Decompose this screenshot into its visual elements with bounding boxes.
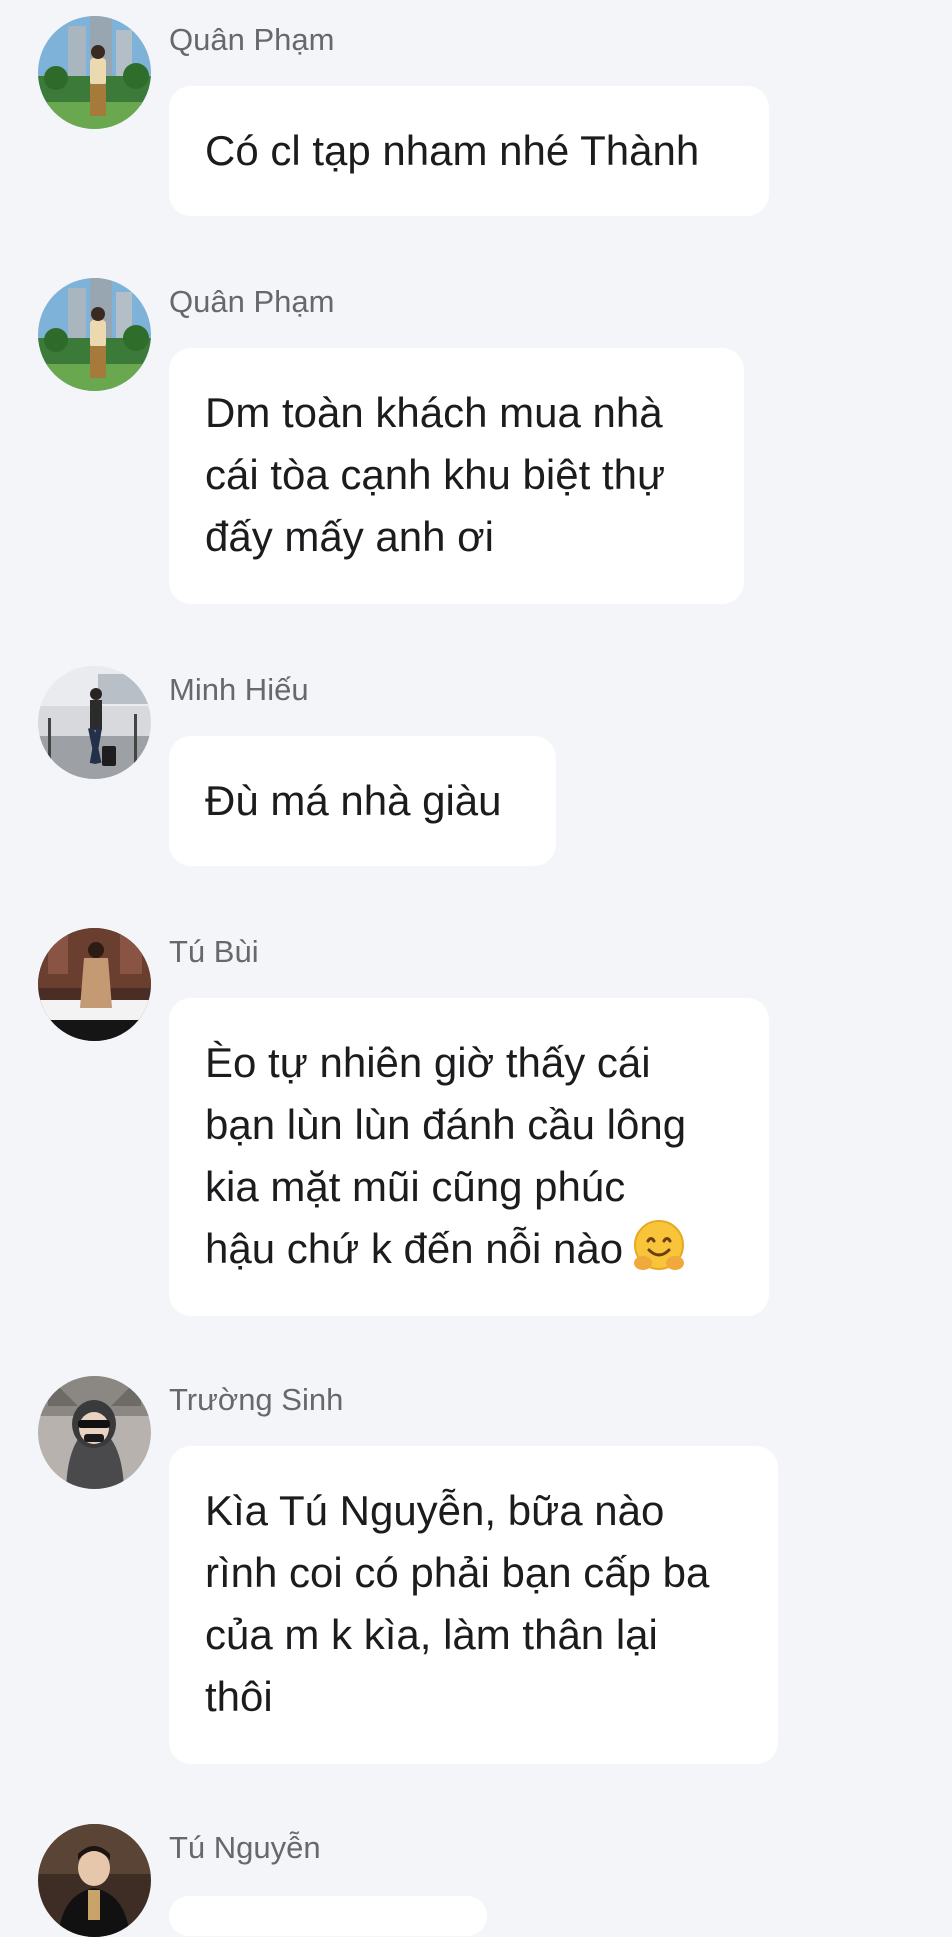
message-text: hậu chứ k đến nỗi nào <box>205 1225 624 1272</box>
message-bubble[interactable]: Dm toàn khách mua nhà cái tòa cạnh khu b… <box>169 348 744 604</box>
message-text: cái tòa cạnh khu biệt thự <box>205 451 666 498</box>
message-bubble[interactable] <box>169 1896 487 1936</box>
sender-name: Quân Phạm <box>169 22 335 57</box>
user-avatar-icon <box>38 16 151 129</box>
sender-name: Tú Nguyễn <box>169 1830 321 1865</box>
message-text: Kìa Tú Nguyễn, bữa nào <box>205 1487 665 1534</box>
avatar[interactable] <box>38 1376 151 1489</box>
sender-name: Minh Hiếu <box>169 672 309 707</box>
sender-name: Tú Bùi <box>169 934 259 969</box>
sender-name: Trường Sinh <box>169 1382 344 1417</box>
message-text: rình coi có phải bạn cấp ba <box>205 1549 710 1596</box>
avatar[interactable] <box>38 16 151 129</box>
message-text: Èo tự nhiên giờ thấy cái <box>205 1039 651 1086</box>
message-text-line: hậu chứ k đến nỗi nào <box>205 1218 733 1280</box>
message-text: của m k kìa, làm thân lại <box>205 1611 658 1658</box>
message-text: Có cl tạp nham nhé Thành <box>205 127 700 174</box>
message-bubble[interactable]: Kìa Tú Nguyễn, bữa nào rình coi có phải … <box>169 1446 778 1764</box>
user-avatar-icon <box>38 278 151 391</box>
message-bubble[interactable]: Có cl tạp nham nhé Thành <box>169 86 769 216</box>
message-text: kia mặt mũi cũng phúc <box>205 1163 626 1210</box>
message-text: Dm toàn khách mua nhà <box>205 389 663 436</box>
user-avatar-icon <box>38 928 151 1041</box>
avatar[interactable] <box>38 666 151 779</box>
message-text: thôi <box>205 1673 273 1720</box>
message-text: đấy mấy anh ơi <box>205 513 495 560</box>
sender-name: Quân Phạm <box>169 284 335 319</box>
avatar[interactable] <box>38 278 151 391</box>
avatar[interactable] <box>38 1824 151 1937</box>
avatar[interactable] <box>38 928 151 1041</box>
message-bubble[interactable]: Èo tự nhiên giờ thấy cái bạn lùn lùn đán… <box>169 998 769 1316</box>
user-avatar-icon <box>38 1824 151 1937</box>
user-avatar-icon <box>38 1376 151 1489</box>
message-text: Đù má nhà giàu <box>205 777 502 824</box>
hugging-face-emoji-icon <box>634 1219 685 1270</box>
message-text: bạn lùn lùn đánh cầu lông <box>205 1101 687 1148</box>
user-avatar-icon <box>38 666 151 779</box>
message-bubble[interactable]: Đù má nhà giàu <box>169 736 556 866</box>
